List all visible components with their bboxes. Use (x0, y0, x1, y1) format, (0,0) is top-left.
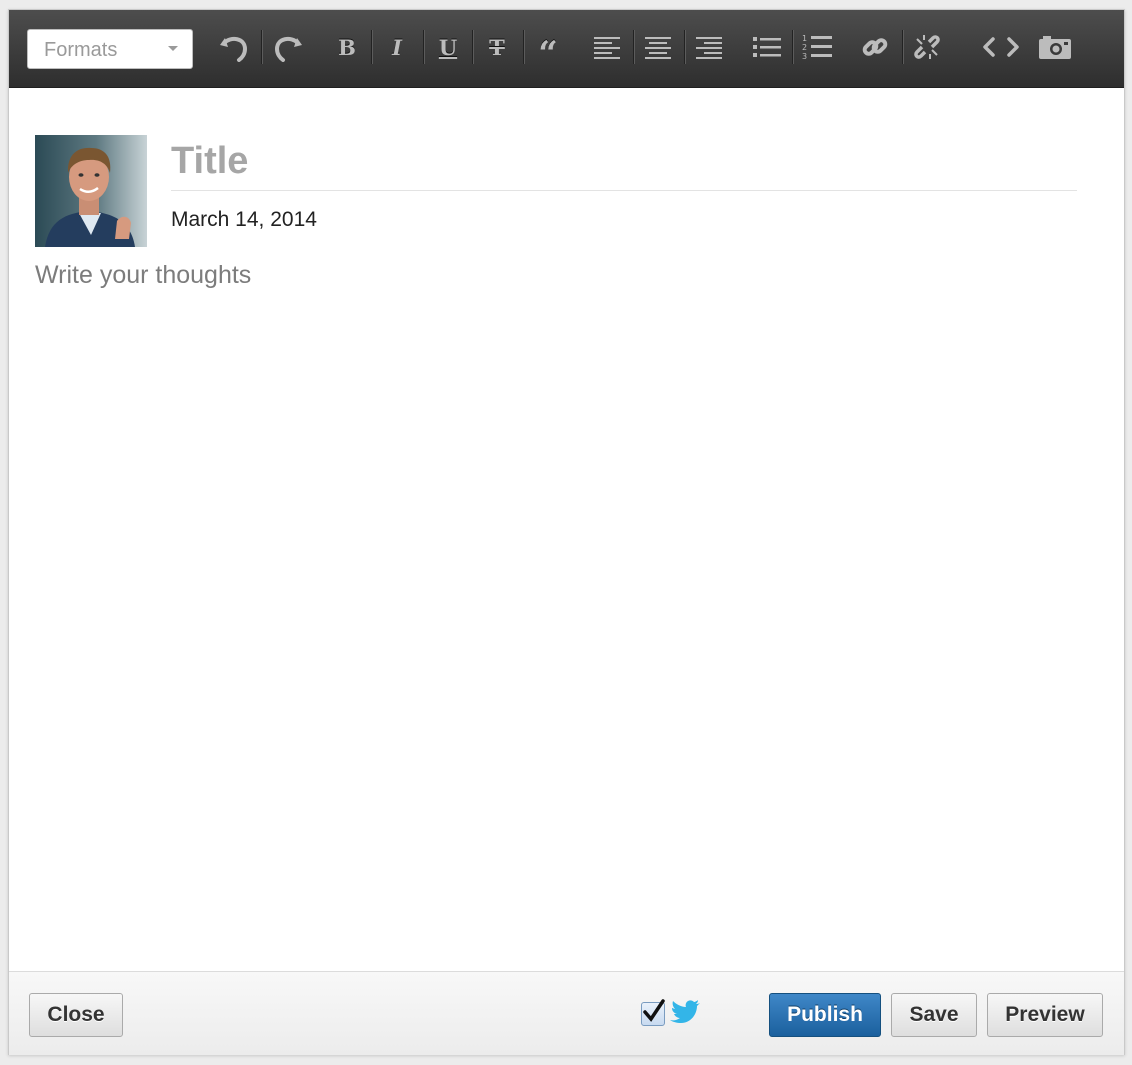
camera-icon[interactable] (1035, 30, 1075, 64)
align-left-icon[interactable] (587, 30, 627, 64)
bold-glyph: B (338, 34, 356, 60)
body-placeholder: Write your thoughts (35, 261, 252, 289)
align-right-icon[interactable] (689, 30, 729, 64)
numbered-list-icon[interactable]: 123 (797, 30, 837, 64)
svg-text:2: 2 (802, 43, 807, 52)
preview-button[interactable]: Preview (987, 993, 1103, 1037)
editor-toolbar: Formats B I U T “ 1 2 3 (9, 10, 1124, 88)
bold-icon[interactable]: B (327, 30, 367, 64)
quote-icon[interactable]: “ (528, 30, 568, 74)
avatar (35, 135, 147, 247)
italic-icon[interactable]: I (377, 30, 417, 64)
chevron-down-icon (168, 46, 178, 51)
strikethrough-icon[interactable]: T (477, 30, 517, 64)
redo-icon[interactable] (268, 30, 308, 64)
svg-text:1: 1 (802, 34, 807, 43)
unlink-icon[interactable] (907, 30, 947, 64)
post-date: March 14, 2014 (171, 208, 317, 231)
close-button[interactable]: Close (29, 993, 123, 1037)
strikethrough-glyph: T (489, 34, 505, 60)
body-editor[interactable]: Write your thoughts (35, 261, 1095, 911)
formats-dropdown[interactable]: Formats (27, 29, 193, 69)
save-button[interactable]: Save (891, 993, 977, 1037)
quote-glyph: “ (538, 34, 558, 74)
twitter-bird-icon (669, 999, 701, 1030)
italic-glyph: I (392, 34, 402, 60)
link-icon[interactable] (855, 30, 895, 64)
align-center-icon[interactable] (638, 30, 678, 64)
underline-icon[interactable]: U (428, 30, 468, 64)
formats-label: Formats (44, 39, 118, 61)
twitter-share-checkbox[interactable] (641, 999, 665, 1026)
title-input[interactable]: Title (171, 138, 1077, 191)
undo-icon[interactable] (214, 30, 254, 64)
publish-button[interactable]: Publish (769, 993, 881, 1037)
post-editor-window: Formats B I U T “ 1 2 3 Title March 14, … (8, 9, 1125, 1055)
underline-glyph: U (438, 34, 458, 60)
code-icon[interactable] (981, 30, 1021, 64)
svg-text:3: 3 (802, 52, 807, 61)
bullet-list-icon[interactable] (747, 30, 787, 64)
editor-footer: Close Publish Save Preview (9, 971, 1124, 1055)
